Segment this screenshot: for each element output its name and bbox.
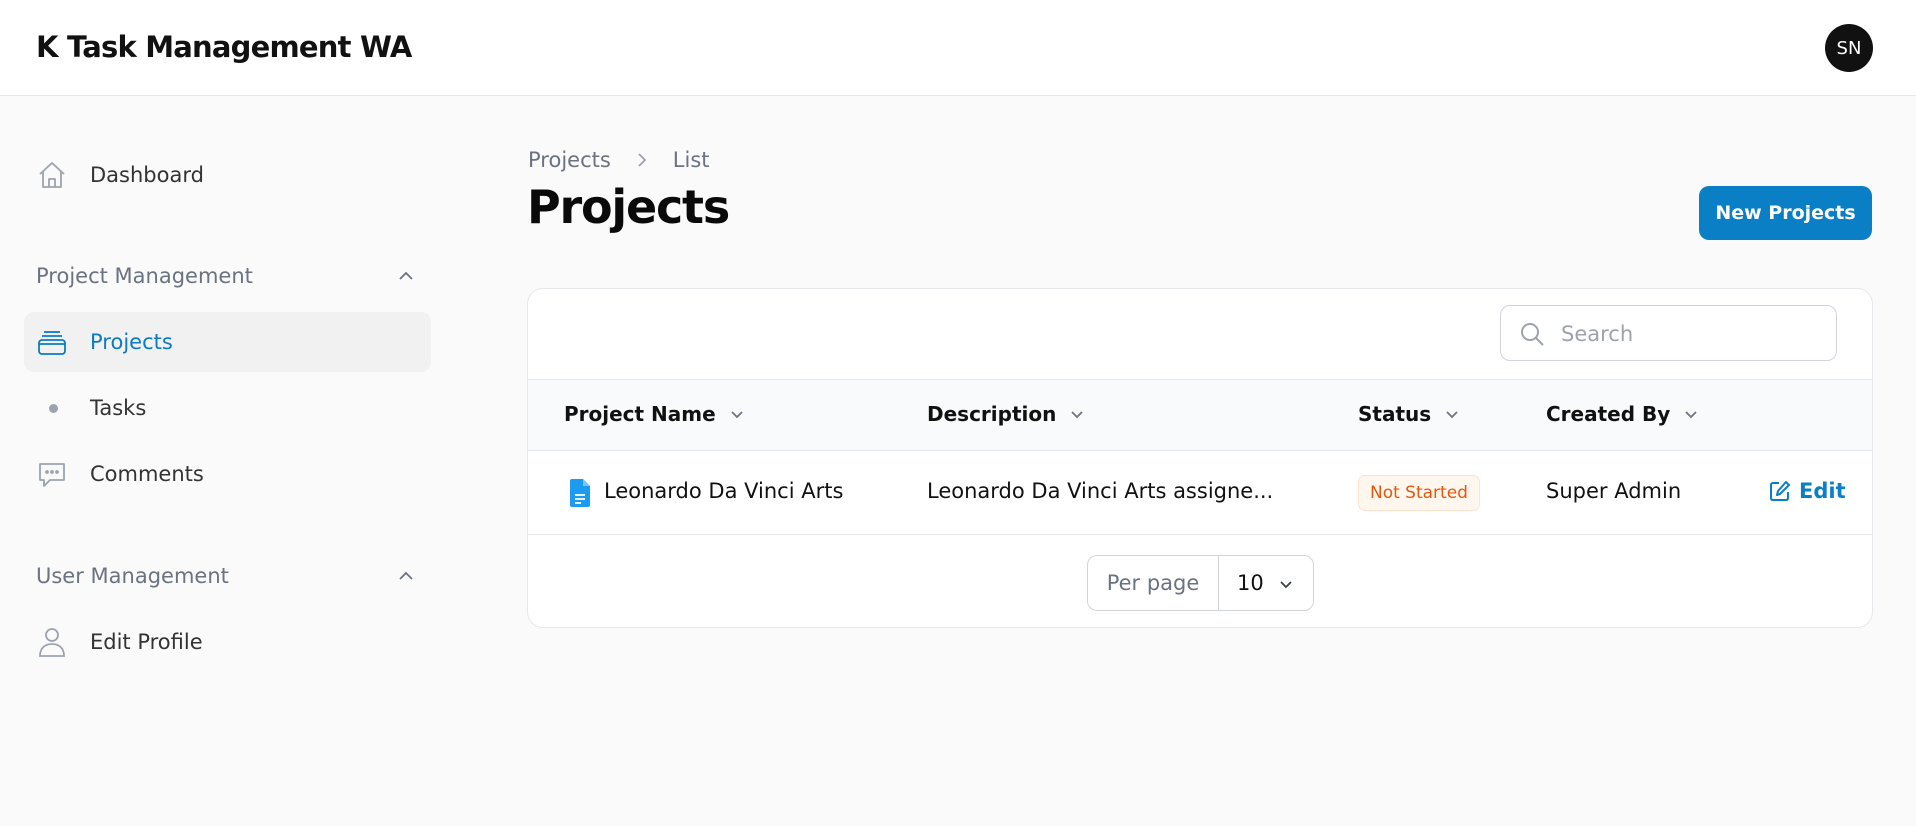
user-icon — [39, 628, 65, 657]
sidebar-item-label: Comments — [90, 462, 204, 486]
search-box[interactable] — [1500, 305, 1837, 361]
home-icon — [39, 162, 65, 188]
top-bar: K Task Management WA SN — [0, 0, 1916, 96]
sidebar-item-label: Projects — [90, 330, 173, 354]
page-title: Projects — [527, 180, 730, 234]
chevron-down-icon — [731, 411, 743, 419]
sidebar-item-label: Edit Profile — [90, 630, 203, 654]
edit-label: Edit — [1799, 479, 1846, 503]
chevron-down-icon — [1071, 411, 1083, 419]
edit-button[interactable]: Edit — [1769, 479, 1846, 503]
group-project-management[interactable]: Project Management — [36, 258, 416, 294]
cell-description: Leonardo Da Vinci Arts assigne... — [927, 479, 1274, 503]
sidebar-item-edit-profile[interactable]: Edit Profile — [24, 612, 431, 672]
group-user-management[interactable]: User Management — [36, 558, 416, 594]
sidebar-item-tasks[interactable]: Tasks — [24, 378, 431, 438]
edit-icon — [1770, 481, 1790, 501]
column-project-name[interactable]: Project Name — [564, 402, 746, 426]
breadcrumb-projects[interactable]: Projects — [528, 148, 611, 172]
folder-stack-icon — [38, 331, 66, 355]
per-page-label: Per page — [1088, 556, 1219, 610]
app-title: K Task Management WA — [36, 30, 412, 64]
chevron-down-icon — [1685, 411, 1697, 419]
status-badge: Not Started — [1358, 475, 1480, 511]
chevron-right-icon — [638, 153, 647, 167]
group-label: User Management — [36, 564, 229, 588]
cell-project-name: Leonardo Da Vinci Arts — [604, 479, 844, 503]
column-description[interactable]: Description — [927, 402, 1086, 426]
user-avatar[interactable]: SN — [1825, 24, 1873, 72]
column-created-by[interactable]: Created By — [1546, 402, 1700, 426]
chevron-down-icon — [1280, 581, 1292, 589]
sidebar-item-comments[interactable]: Comments — [24, 444, 431, 504]
sidebar-item-dashboard[interactable]: Dashboard — [24, 145, 431, 205]
dot-icon — [49, 404, 58, 413]
per-page-select[interactable]: 10 — [1219, 556, 1313, 610]
projects-table-card: Project Name Description Status Created … — [527, 288, 1873, 628]
breadcrumb-list: List — [672, 148, 710, 172]
per-page-value: 10 — [1237, 571, 1264, 595]
group-label: Project Management — [36, 264, 253, 288]
chevron-down-icon — [1446, 411, 1458, 419]
document-icon — [570, 479, 590, 507]
new-projects-button[interactable]: New Projects — [1699, 186, 1872, 240]
search-icon — [1521, 323, 1544, 346]
chevron-up-icon[interactable] — [396, 266, 416, 286]
column-status[interactable]: Status — [1358, 402, 1461, 426]
table-header: Project Name Description Status Created … — [528, 379, 1872, 451]
sidebar-item-projects[interactable]: Projects — [24, 312, 431, 372]
sidebar-item-label: Dashboard — [90, 163, 204, 187]
cell-created-by: Super Admin — [1546, 479, 1682, 503]
chat-bubble-icon — [39, 463, 65, 487]
search-input[interactable] — [1561, 316, 1821, 352]
chevron-up-icon[interactable] — [396, 566, 416, 586]
per-page-control: Per page 10 — [1087, 555, 1314, 611]
sidebar-item-label: Tasks — [90, 396, 147, 420]
breadcrumb: Projects List — [528, 146, 710, 174]
table-row[interactable]: Leonardo Da Vinci Arts Leonardo Da Vinci… — [528, 451, 1872, 535]
